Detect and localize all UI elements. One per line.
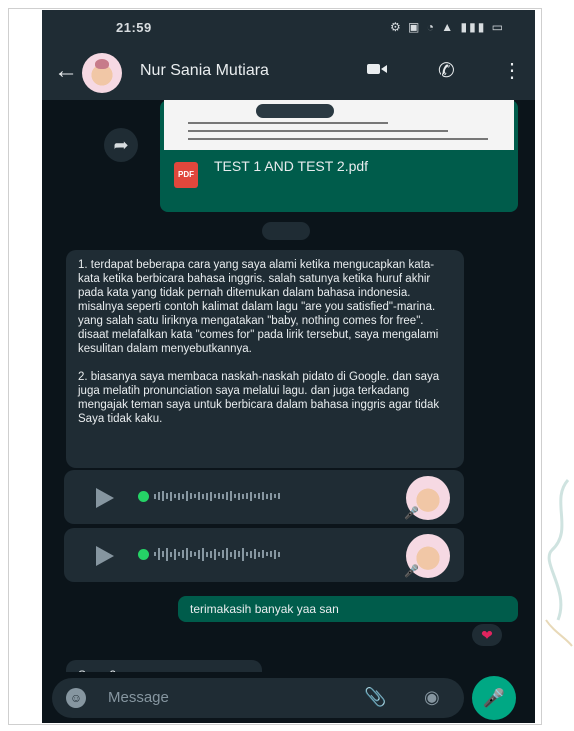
date-separator xyxy=(262,222,310,240)
arrow-left-icon[interactable]: ← xyxy=(54,58,78,84)
pdf-file-icon: PDF xyxy=(174,162,198,188)
chat-area[interactable]: ➦ PDF TEST 1 AND TEST 2.pdf 1. terdapat … xyxy=(42,100,535,690)
more-vert-icon[interactable]: ⋮ xyxy=(502,60,522,82)
emoji-icon[interactable]: ☺ xyxy=(66,688,86,708)
play-icon[interactable] xyxy=(96,546,114,566)
preview-line xyxy=(188,122,388,124)
document-message[interactable]: PDF TEST 1 AND TEST 2.pdf xyxy=(160,100,518,212)
paperclip-icon[interactable]: 📎 xyxy=(364,687,386,708)
status-bar: 21:59 ⚙ ▣ ◔ ▲ ▮▮▮ ▭ xyxy=(42,10,535,46)
status-time: 21:59 xyxy=(116,20,152,35)
status-icons: ⚙ ▣ ◔ ▲ ▮▮▮ ▭ xyxy=(389,20,505,34)
playback-slider[interactable] xyxy=(138,549,149,560)
voice-message[interactable]: 🎤 xyxy=(64,470,464,524)
heart-reaction[interactable]: ❤ xyxy=(472,624,502,646)
message-input[interactable]: ☺ Message 📎 ◉ xyxy=(52,678,464,718)
mic-icon: 🎤 xyxy=(404,564,419,578)
voice-message[interactable]: 🎤 xyxy=(64,528,464,582)
document-name[interactable]: TEST 1 AND TEST 2.pdf xyxy=(214,158,368,174)
message-text: terimakasih banyak yaa san xyxy=(190,602,339,616)
message-placeholder[interactable]: Message xyxy=(108,689,169,706)
composer-bar: ☺ Message 📎 ◉ 🎤 xyxy=(42,672,535,723)
preview-tag xyxy=(256,104,334,118)
outgoing-message[interactable]: terimakasih banyak yaa san xyxy=(178,596,518,622)
preview-line xyxy=(188,130,448,132)
mic-icon[interactable]: 🎤 xyxy=(472,676,516,720)
incoming-text-message[interactable]: 1. terdapat beberapa cara yang saya alam… xyxy=(66,250,464,468)
play-icon[interactable] xyxy=(96,488,114,508)
phone-icon[interactable]: ✆ xyxy=(438,60,455,82)
phone-screen: 21:59 ⚙ ▣ ◔ ▲ ▮▮▮ ▭ ← Nur Sania Mutiara … xyxy=(42,10,535,723)
voice-waveform[interactable] xyxy=(154,547,354,561)
contact-name[interactable]: Nur Sania Mutiara xyxy=(140,62,269,80)
playback-slider[interactable] xyxy=(138,491,149,502)
chat-header: ← Nur Sania Mutiara ✆ ⋮ xyxy=(42,46,535,100)
video-call-icon[interactable] xyxy=(366,60,388,82)
message-text: 1. terdapat beberapa cara yang saya alam… xyxy=(78,259,440,425)
document-preview[interactable] xyxy=(164,100,514,150)
camera-icon[interactable]: ◉ xyxy=(424,687,440,708)
voice-waveform[interactable] xyxy=(154,489,354,503)
mic-icon: 🎤 xyxy=(404,506,419,520)
background-doodle xyxy=(545,478,573,647)
forward-icon[interactable]: ➦ xyxy=(104,128,138,162)
contact-avatar[interactable] xyxy=(82,53,122,93)
preview-line xyxy=(188,138,488,140)
